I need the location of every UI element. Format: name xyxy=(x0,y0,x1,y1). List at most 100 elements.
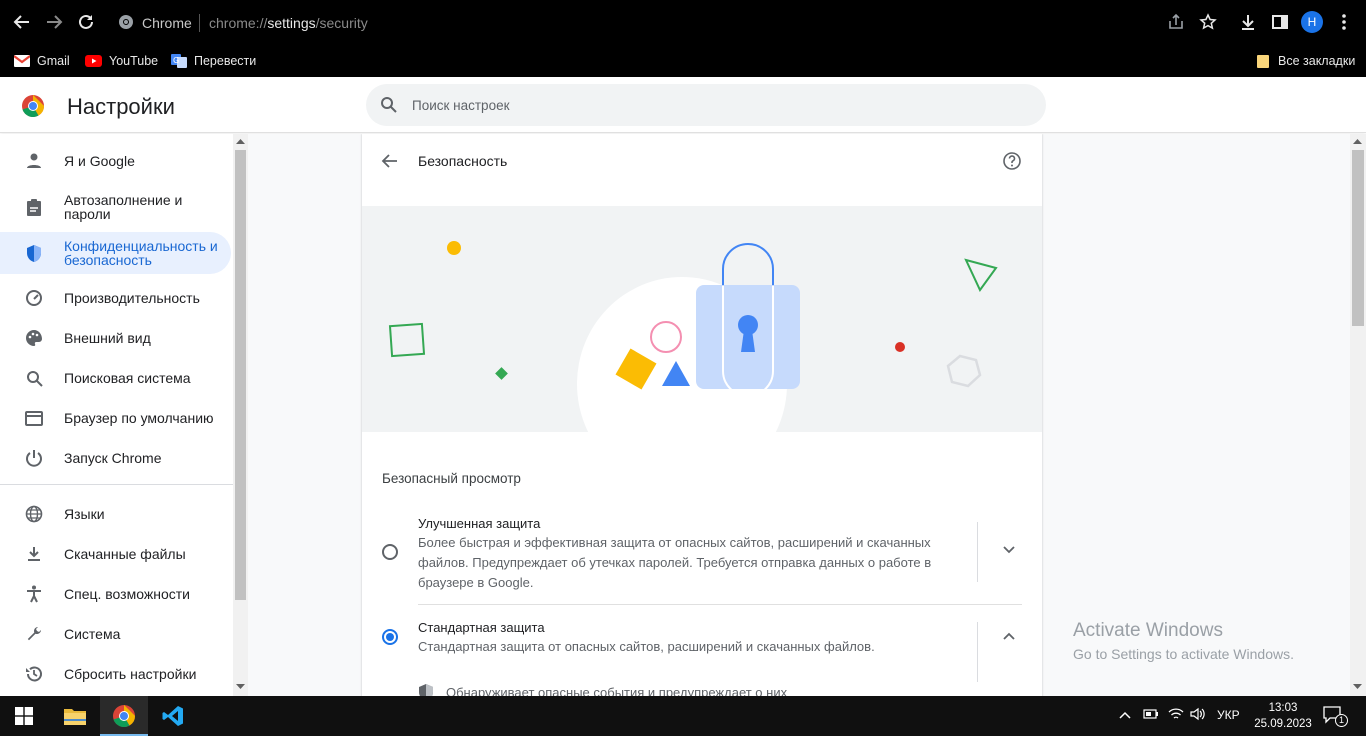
main-scrollbar[interactable] xyxy=(1350,134,1366,696)
sidebar-item-system[interactable]: Система xyxy=(0,620,231,648)
wrench-icon xyxy=(24,624,44,644)
bookmark-gmail[interactable]: Gmail xyxy=(14,51,70,71)
globe-icon xyxy=(24,504,44,524)
settings-main: Безопасность Безопасный просмотр Улучшен… xyxy=(248,134,1350,696)
option-standard-protection[interactable]: Стандартная защита Стандартная защита от… xyxy=(362,614,1042,682)
all-bookmarks-button[interactable]: Все закладки xyxy=(1257,51,1355,71)
option-title: Улучшенная защита xyxy=(418,516,541,531)
browser-toolbar: Chrome chrome://settings/security Н xyxy=(0,0,1366,45)
notification-count-badge: 1 xyxy=(1335,714,1348,727)
taskbar-file-explorer[interactable] xyxy=(51,696,99,736)
sidebar-scroll-thumb[interactable] xyxy=(235,150,246,600)
start-button[interactable] xyxy=(0,696,48,736)
site-label: Chrome xyxy=(142,15,192,31)
taskbar-chrome[interactable] xyxy=(100,696,148,736)
folder-icon xyxy=(1257,55,1269,68)
chrome-menu-button[interactable] xyxy=(1332,10,1356,34)
vscode-icon xyxy=(162,706,183,726)
sidebar-item-appearance[interactable]: Внешний вид xyxy=(0,324,231,352)
star-icon xyxy=(1199,13,1217,30)
radio-enhanced-protection[interactable] xyxy=(382,544,398,560)
scroll-down-icon xyxy=(236,684,245,689)
address-bar[interactable]: Chrome chrome://settings/security xyxy=(112,9,1184,37)
settings-sidebar: Я и Google Автозаполнение и пароли Конфи… xyxy=(0,134,233,696)
back-button[interactable] xyxy=(10,10,34,34)
sidebar-divider xyxy=(0,484,233,485)
history-icon xyxy=(24,664,44,684)
bookmark-translate[interactable]: G Перевести xyxy=(171,51,256,71)
translate-icon: G xyxy=(171,54,187,68)
windows-taskbar: УКР 13:03 25.09.2023 1 xyxy=(0,696,1366,736)
security-card: Безопасность Безопасный просмотр Улучшен… xyxy=(362,134,1042,696)
profile-button[interactable]: Н xyxy=(1300,10,1324,34)
side-panel-button[interactable] xyxy=(1268,10,1292,34)
security-header: Безопасность xyxy=(362,134,1042,188)
sidebar-item-search-engine[interactable]: Поисковая система xyxy=(0,364,231,392)
back-arrow-icon xyxy=(13,15,29,29)
bookmarks-bar: Gmail YouTube G Перевести Все закладки xyxy=(0,45,1366,77)
sidebar-item-default-browser[interactable]: Браузер по умолчанию xyxy=(0,404,231,432)
browser-icon xyxy=(24,408,44,428)
section-page-title: Безопасность xyxy=(418,153,508,169)
omnibox-divider xyxy=(199,14,200,32)
search-input[interactable] xyxy=(412,95,1012,115)
back-arrow-icon[interactable] xyxy=(380,151,400,171)
folder-icon xyxy=(64,709,86,725)
chevron-up-icon[interactable] xyxy=(1002,631,1016,641)
help-icon[interactable] xyxy=(1002,151,1022,171)
security-illustration xyxy=(362,206,1042,432)
tray-volume[interactable] xyxy=(1190,707,1206,724)
bookmark-youtube[interactable]: YouTube xyxy=(85,51,158,71)
sidebar-item-performance[interactable]: Производительность xyxy=(0,284,231,312)
sidebar-item-autofill[interactable]: Автозаполнение и пароли xyxy=(0,188,231,226)
forward-arrow-icon xyxy=(47,15,63,29)
settings-header: Настройки xyxy=(0,77,1366,133)
chrome-logo-icon xyxy=(113,705,135,728)
sidebar-item-downloads[interactable]: Скачанные файлы xyxy=(0,540,231,568)
volume-icon xyxy=(1190,707,1205,721)
bookmark-star-button[interactable] xyxy=(1196,10,1220,34)
power-icon xyxy=(24,448,44,468)
option-divider xyxy=(977,622,978,682)
downloads-button[interactable] xyxy=(1236,10,1260,34)
settings-search[interactable] xyxy=(366,84,1046,126)
main-scroll-thumb[interactable] xyxy=(1352,150,1364,326)
chevron-down-icon[interactable] xyxy=(1002,544,1016,554)
tray-clock[interactable]: 13:03 25.09.2023 xyxy=(1248,700,1318,732)
youtube-icon xyxy=(85,55,102,67)
safe-browsing-heading: Безопасный просмотр xyxy=(382,471,521,486)
option-enhanced-protection[interactable]: Улучшенная защита Более быстрая и эффект… xyxy=(362,512,1042,604)
chrome-logo-icon xyxy=(22,95,44,118)
options-divider xyxy=(418,604,1022,605)
sidebar-item-privacy-security[interactable]: Конфиденциальность и безопасность xyxy=(0,232,231,274)
sidebar-item-languages[interactable]: Языки xyxy=(0,500,231,528)
sidebar-item-accessibility[interactable]: Спец. возможности xyxy=(0,580,231,608)
clipboard-icon xyxy=(24,197,44,217)
tray-language[interactable]: УКР xyxy=(1217,708,1240,722)
share-button[interactable] xyxy=(1164,10,1188,34)
sidebar-item-you-and-google[interactable]: Я и Google xyxy=(0,147,231,175)
svg-text:G: G xyxy=(173,56,179,65)
person-icon xyxy=(24,151,44,171)
tray-battery[interactable] xyxy=(1143,708,1159,722)
accessibility-icon xyxy=(24,584,44,604)
taskbar-vscode[interactable] xyxy=(149,696,197,736)
radio-standard-protection[interactable] xyxy=(382,629,398,645)
notification-center-button[interactable]: 1 xyxy=(1323,706,1348,727)
tray-overflow-button[interactable] xyxy=(1119,708,1131,722)
reload-button[interactable] xyxy=(74,10,98,34)
more-vert-icon xyxy=(1342,14,1346,30)
wifi-icon xyxy=(1168,708,1184,719)
sidebar-item-reset-settings[interactable]: Сбросить настройки xyxy=(0,660,231,688)
page-title: Настройки xyxy=(67,94,175,119)
forward-button[interactable] xyxy=(42,10,66,34)
option-description: Стандартная защита от опасных сайтов, ра… xyxy=(418,639,875,654)
scroll-up-icon xyxy=(236,139,245,144)
search-icon xyxy=(24,368,44,388)
download-icon xyxy=(1242,15,1254,30)
sidebar-item-on-startup[interactable]: Запуск Chrome xyxy=(0,444,231,472)
palette-icon xyxy=(24,328,44,348)
url-text: chrome://settings/security xyxy=(209,15,368,31)
tray-wifi[interactable] xyxy=(1168,707,1184,724)
sidebar-scrollbar[interactable] xyxy=(233,134,248,696)
